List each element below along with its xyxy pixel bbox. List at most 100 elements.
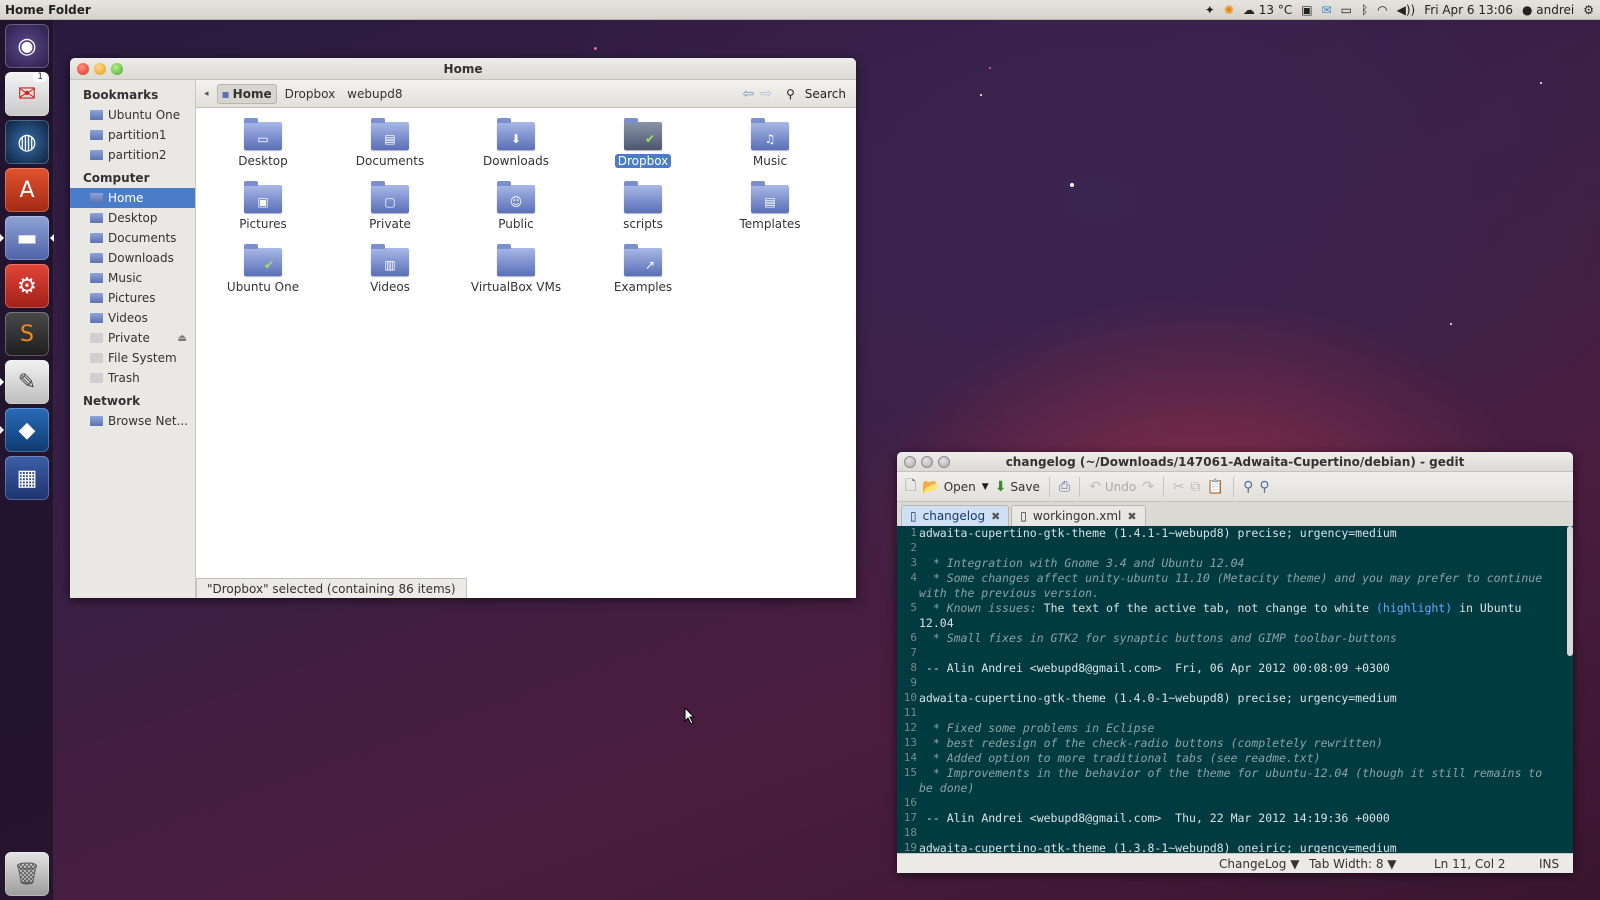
folder-music[interactable]: ♫ Music bbox=[715, 118, 825, 168]
open-dropdown-icon[interactable]: ▼ bbox=[982, 482, 989, 492]
dropbox-icon[interactable]: ✦ bbox=[1205, 3, 1215, 17]
redo-icon[interactable]: ↷ bbox=[1142, 479, 1154, 495]
back-icon[interactable]: ⇦ bbox=[743, 86, 755, 102]
text-editor[interactable]: 1 2 3 4 5 6 7 8 9 10 11 12 13 14 15 16 1… bbox=[897, 526, 1573, 853]
workspace-switcher-icon[interactable]: ▦ bbox=[5, 456, 49, 500]
folder-downloads[interactable]: ⬇ Downloads bbox=[461, 118, 571, 168]
folder-desktop[interactable]: ▭ Desktop bbox=[208, 118, 318, 168]
wifi-icon[interactable]: ◠ bbox=[1377, 3, 1387, 17]
close-tab-icon[interactable]: ✖ bbox=[1127, 510, 1136, 523]
tab-width-selector[interactable]: Tab Width: 8 ▼ bbox=[1309, 857, 1397, 871]
editor-scrollbar[interactable] bbox=[1567, 526, 1573, 656]
folder-icon bbox=[90, 150, 103, 160]
clock[interactable]: Fri Apr 6 13:06 bbox=[1424, 3, 1513, 17]
sidebar-item-pictures[interactable]: Pictures bbox=[70, 288, 195, 308]
folder-scripts[interactable]: scripts bbox=[588, 181, 698, 231]
folder-private[interactable]: ▢ Private bbox=[335, 181, 445, 231]
virtualbox-icon[interactable]: ◆ bbox=[5, 408, 49, 452]
print-icon[interactable]: ⎙ bbox=[1059, 479, 1070, 495]
text-editor-icon[interactable]: ✎ bbox=[5, 360, 49, 404]
sidebar-item-desktop[interactable]: Desktop bbox=[70, 208, 195, 228]
folder-videos[interactable]: ▥ Videos bbox=[335, 244, 445, 294]
sidebar-item-documents[interactable]: Documents bbox=[70, 228, 195, 248]
maximize-button[interactable] bbox=[111, 62, 123, 75]
gear-icon[interactable]: ⚙ bbox=[1583, 3, 1594, 17]
sidebar-item-downloads[interactable]: Downloads bbox=[70, 248, 195, 268]
window-title: changelog (~/Downloads/147061-Adwaita-Cu… bbox=[1005, 454, 1465, 469]
folder-dropbox[interactable]: ✔ Dropbox bbox=[588, 118, 698, 168]
forward-icon[interactable]: ⇨ bbox=[760, 86, 772, 102]
sidebar-item-home[interactable]: Home bbox=[70, 188, 195, 208]
user-menu[interactable]: ● andrei bbox=[1522, 3, 1574, 17]
document-icon: ▯ bbox=[910, 509, 917, 523]
battery-icon[interactable]: ▭ bbox=[1341, 3, 1352, 17]
close-tab-icon[interactable]: ✖ bbox=[991, 510, 1000, 523]
undo-button[interactable]: ↶ Undo bbox=[1089, 479, 1136, 495]
sidebar-item-private[interactable]: Private ⏏ bbox=[70, 328, 195, 348]
dash-home-icon[interactable]: ◉ bbox=[5, 24, 49, 68]
tab-changelog[interactable]: ▯ changelog ✖ bbox=[901, 505, 1010, 526]
documents-icon bbox=[90, 233, 103, 243]
search-button[interactable]: ⚲ Search bbox=[786, 87, 846, 101]
find-icon[interactable]: ⚲ bbox=[1243, 479, 1253, 495]
sublime-text-icon[interactable]: S bbox=[5, 312, 49, 356]
volume-icon[interactable]: ◀)) bbox=[1397, 3, 1416, 17]
mail-app-icon[interactable]: ✉ 1 bbox=[5, 72, 49, 116]
places-sidebar: Bookmarks Ubuntu One partition1 partitio… bbox=[70, 80, 196, 598]
folder-documents[interactable]: ▤ Documents bbox=[335, 118, 445, 168]
breadcrumb-home[interactable]: ▪ Home bbox=[216, 83, 277, 104]
folder-ubuntu-one[interactable]: ✔ Ubuntu One bbox=[208, 244, 318, 294]
keyboard-icon[interactable]: ▣ bbox=[1301, 3, 1312, 17]
sidebar-item-videos[interactable]: Videos bbox=[70, 308, 195, 328]
folder-label: Downloads bbox=[483, 154, 549, 168]
minimize-button[interactable] bbox=[921, 455, 933, 468]
browser-icon[interactable]: ◍ bbox=[5, 120, 49, 164]
folder-public[interactable]: ☺ Public bbox=[461, 181, 571, 231]
line-number: 3 bbox=[910, 556, 917, 569]
cut-icon[interactable]: ✂ bbox=[1173, 479, 1185, 495]
folder-examples[interactable]: ↗ Examples bbox=[588, 244, 698, 294]
copy-icon[interactable]: ⧉ bbox=[1191, 479, 1201, 495]
software-center-icon[interactable]: A bbox=[5, 168, 49, 212]
videos-icon bbox=[90, 313, 103, 323]
folder-templates[interactable]: ▤ Templates bbox=[715, 181, 825, 231]
sidebar-item-partition2[interactable]: partition2 bbox=[70, 145, 195, 165]
gedit-titlebar[interactable]: changelog (~/Downloads/147061-Adwaita-Cu… bbox=[897, 452, 1573, 472]
file-manager-titlebar[interactable]: Home bbox=[70, 58, 856, 80]
maximize-button[interactable] bbox=[938, 455, 950, 468]
save-button[interactable]: ⬇ Save bbox=[995, 479, 1040, 495]
file-grid: ▭ Desktop ▤ Documents ⬇ Downloads ✔ Dropbox … bbox=[196, 108, 856, 598]
weather-indicator[interactable]: ☁ 13 °C bbox=[1243, 3, 1292, 17]
code-line-17: -- Alin Andrei <webupd8@gmail.com> Thu, … bbox=[919, 811, 1390, 825]
bluetooth-icon[interactable]: ᛒ bbox=[1361, 3, 1368, 17]
sidebar-item-music[interactable]: Music bbox=[70, 268, 195, 288]
files-icon[interactable]: ▬ bbox=[5, 216, 49, 260]
breadcrumb-webupd8[interactable]: webupd8 bbox=[343, 87, 406, 101]
eject-icon[interactable]: ⏏ bbox=[178, 333, 187, 344]
close-button[interactable] bbox=[77, 62, 89, 75]
replace-icon[interactable]: ⚲ bbox=[1259, 479, 1269, 495]
close-button[interactable] bbox=[904, 455, 916, 468]
new-document-icon[interactable]: 🗋 bbox=[905, 475, 916, 499]
line-number: 1 bbox=[910, 526, 917, 539]
folder-virtualbox-vms[interactable]: VirtualBox VMs bbox=[461, 244, 571, 294]
folder-pictures[interactable]: ▣ Pictures bbox=[208, 181, 318, 231]
sidebar-item-partition1[interactable]: partition1 bbox=[70, 125, 195, 145]
open-button[interactable]: 📂 Open bbox=[922, 479, 976, 495]
sidebar-item-ubuntu-one[interactable]: Ubuntu One bbox=[70, 105, 195, 125]
sidebar-item-trash[interactable]: Trash bbox=[70, 368, 195, 388]
star bbox=[989, 67, 991, 69]
breadcrumb-dropbox[interactable]: Dropbox bbox=[281, 87, 340, 101]
trash-icon[interactable]: 🗑 bbox=[5, 852, 49, 896]
minimize-button[interactable] bbox=[94, 62, 106, 75]
system-settings-icon[interactable]: ⚙ bbox=[5, 264, 49, 308]
language-selector[interactable]: ChangeLog ▼ bbox=[1219, 857, 1299, 871]
weather-sun-icon[interactable]: ✺ bbox=[1224, 3, 1234, 17]
code-line-19: adwaita-cupertino-gtk-theme (1.3.8-1~web… bbox=[919, 841, 1397, 853]
sidebar-item-file-system[interactable]: File System bbox=[70, 348, 195, 368]
paste-icon[interactable]: 📋 bbox=[1207, 479, 1224, 495]
breadcrumb-left-arrow[interactable]: ◂ bbox=[204, 89, 209, 99]
tab-workingon-xml[interactable]: ▯ workingon.xml ✖ bbox=[1011, 505, 1146, 526]
sidebar-item-browse-network[interactable]: Browse Net... bbox=[70, 411, 195, 431]
mail-icon[interactable]: ✉ bbox=[1322, 3, 1332, 17]
